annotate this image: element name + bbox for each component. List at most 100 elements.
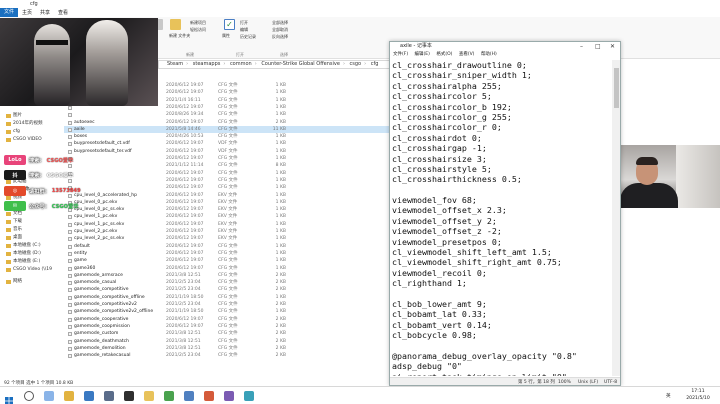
file-row[interactable]: gamemode_demolition 2021/3/8 12:51 CFG 文件 2… bbox=[64, 345, 390, 352]
nav-item[interactable]: 音乐 bbox=[6, 226, 22, 233]
app-icon-folder[interactable] bbox=[144, 391, 154, 401]
nav-item[interactable]: 本地磁盘 (C:) bbox=[6, 242, 41, 249]
file-row[interactable]: axile 2021/5/8 14:46 CFG 文件 11 KB bbox=[64, 125, 390, 134]
nav-item[interactable]: 2014年的视频 bbox=[6, 120, 42, 127]
ime-indicator[interactable]: 英 bbox=[666, 393, 671, 399]
menu-help[interactable]: 帮助(H) bbox=[481, 52, 497, 57]
file-row[interactable]: entity 2020/6/12 19:07 CFG 文件 1 KB bbox=[64, 250, 390, 257]
file-row[interactable]: cpu_level_2_pc.ekv 2020/6/12 19:07 EKV 文件 1… bbox=[64, 228, 390, 235]
file-row[interactable]: cpu_level_1_pc.ekv 2020/6/12 19:07 EKV 文件 1… bbox=[64, 213, 390, 220]
nav-item[interactable]: 图片 bbox=[6, 112, 22, 119]
file-row[interactable]: gamemode_deathmatch 2021/3/8 12:51 CFG 文件 2… bbox=[64, 338, 390, 345]
tab-share[interactable]: 共享 bbox=[36, 9, 54, 16]
file-row[interactable]: gamemode_competitive2v2 2021/2/5 23:04 CFG… bbox=[64, 301, 390, 308]
file-row[interactable]: gamemode_competitive2v2_offline 2021/1/19… bbox=[64, 308, 390, 315]
open-button[interactable]: 打开 bbox=[240, 20, 248, 26]
file-row[interactable]: 2020/6/12 19:07 CFG 文件 1 KB bbox=[64, 184, 390, 191]
edit-button[interactable]: 编辑 bbox=[240, 27, 248, 33]
explorer-titlebar[interactable]: cfg bbox=[0, 0, 720, 8]
edge-icon[interactable] bbox=[84, 391, 94, 401]
history-button[interactable]: 历史记录 bbox=[240, 34, 256, 40]
nav-item[interactable]: CSGO VIDEO bbox=[6, 136, 42, 143]
file-row[interactable]: gamemode_retakecasual 2021/2/5 23:04 CFG 文… bbox=[64, 352, 390, 359]
file-row[interactable]: buypresetsdefault_ct.vdf 2020/6/12 19:07 V… bbox=[64, 140, 390, 147]
file-row[interactable]: cpu_level_1_pc_ss.ekv 2020/6/12 19:07 EKV … bbox=[64, 221, 390, 228]
file-row[interactable]: gamemode_competitive_offline 2021/1/19 18… bbox=[64, 294, 390, 301]
easy-access-button[interactable]: 轻松访问 bbox=[190, 27, 206, 33]
steam-icon[interactable] bbox=[104, 391, 114, 401]
file-row[interactable]: gamemode_custom 2021/3/8 12:51 CFG 文件 2 KB bbox=[64, 330, 390, 337]
file-row[interactable]: game360 2020/6/12 19:07 CFG 文件 1 KB bbox=[64, 265, 390, 272]
scrollbar-thumb[interactable] bbox=[614, 68, 619, 108]
file-row[interactable]: gamemode_armsrace 2021/3/8 12:51 CFG 文件 2 K… bbox=[64, 272, 390, 279]
notepad-scrollbar[interactable] bbox=[612, 60, 620, 376]
properties-button[interactable]: 属性 bbox=[222, 33, 230, 39]
maximize-icon[interactable]: □ bbox=[595, 42, 601, 51]
file-row[interactable]: cpu_level_0_accelerated_hp 2020/6/12 19:0… bbox=[64, 192, 390, 199]
file-row[interactable]: boxes 2020/4/26 10:53 CFG 文件 1 KB bbox=[64, 133, 390, 140]
file-row[interactable]: cpu_level_0_pc.ekv 2020/6/12 19:07 EKV 文件 1… bbox=[64, 199, 390, 206]
file-date: 2021/2/5 23:04 bbox=[166, 287, 201, 293]
tab-view[interactable]: 查看 bbox=[54, 9, 72, 16]
app-icon-red[interactable] bbox=[204, 391, 214, 401]
file-row[interactable]: gamemode_casual 2021/2/5 23:04 CFG 文件 2 KB bbox=[64, 279, 390, 286]
app-icon-green[interactable] bbox=[164, 391, 174, 401]
breadcrumb-common[interactable]: common bbox=[230, 61, 252, 67]
invert-selection-button[interactable]: 反向选择 bbox=[272, 34, 288, 40]
new-folder-button[interactable]: 新建 文件夹 bbox=[169, 33, 190, 39]
nav-item[interactable]: 本地磁盘 (E:) bbox=[6, 258, 40, 265]
file-row[interactable]: 2020/6/12 19:07 CFG 文件 1 KB bbox=[64, 155, 390, 162]
new-item-button[interactable]: 新建项目 bbox=[190, 20, 206, 26]
minimize-icon[interactable]: – bbox=[580, 42, 583, 51]
nav-item[interactable]: 网络 bbox=[6, 278, 22, 285]
nav-item[interactable]: 桌面 bbox=[6, 234, 22, 241]
breadcrumb-cfg[interactable]: cfg bbox=[371, 61, 379, 67]
notepad-titlebar[interactable]: axile - 记事本 – □ ✕ bbox=[390, 42, 620, 51]
menu-file[interactable]: 文件(F) bbox=[393, 52, 408, 57]
file-row[interactable]: cpu_level_0_pc_ss.ekv 2020/6/12 19:07 EKV … bbox=[64, 206, 390, 213]
properties-icon[interactable]: ✓ bbox=[224, 19, 235, 30]
tab-home[interactable]: 主页 bbox=[18, 9, 36, 16]
notepad-text-area[interactable]: cl_crosshair_drawoutline 0; cl_crosshair_… bbox=[392, 60, 610, 376]
clock-time[interactable]: 17:11 bbox=[680, 389, 716, 394]
file-row[interactable]: 2020/6/12 19:07 CFG 文件 1 KB bbox=[64, 170, 390, 177]
breadcrumb-csgo-folder[interactable]: Counter-Strike Global Offensive bbox=[261, 61, 340, 67]
breadcrumb-steam[interactable]: Steam bbox=[167, 61, 183, 67]
start-icon[interactable] bbox=[4, 391, 14, 404]
breadcrumb-steamapps[interactable]: steamapps bbox=[193, 61, 221, 67]
nav-item[interactable]: CSGO Video (\\19 bbox=[6, 266, 52, 273]
file-row[interactable]: cpu_level_2_pc_ss.ekv 2020/6/12 19:07 EKV … bbox=[64, 235, 390, 242]
file-row[interactable]: gamemode_competitive 2021/2/5 23:04 CFG 文件… bbox=[64, 286, 390, 293]
tab-file[interactable]: 文件 bbox=[0, 8, 19, 17]
app-icon-purple[interactable] bbox=[224, 391, 234, 401]
menu-edit[interactable]: 编辑(E) bbox=[415, 52, 430, 57]
file-row[interactable]: gamemode_coopmission 2020/6/12 19:07 CFG 文… bbox=[64, 323, 390, 330]
close-icon[interactable]: ✕ bbox=[610, 42, 615, 51]
select-all-button[interactable]: 全部选择 bbox=[272, 20, 288, 26]
file-row[interactable]: gamemode_cooperative 2020/6/12 19:07 CFG 文… bbox=[64, 316, 390, 323]
file-row[interactable]: 2021/1/12 11:14 CFG 文件 8 KB bbox=[64, 162, 390, 169]
nav-item[interactable]: 文档 bbox=[6, 210, 22, 217]
new-folder-icon[interactable] bbox=[170, 19, 181, 30]
clock-date[interactable]: 2021/5/10 bbox=[680, 396, 716, 401]
file-row[interactable]: 2020/8/26 19:34 CFG 文件 1 KB bbox=[64, 111, 390, 118]
task-view-icon[interactable] bbox=[44, 391, 54, 401]
nav-item[interactable]: 本地磁盘 (D:) bbox=[6, 250, 41, 257]
file-row[interactable]: game 2020/6/12 19:07 CFG 文件 1 KB bbox=[64, 257, 390, 264]
app-icon-teal[interactable] bbox=[244, 391, 254, 401]
file-row[interactable]: default 2020/6/12 19:07 CFG 文件 1 KB bbox=[64, 243, 390, 250]
search-icon[interactable] bbox=[24, 391, 34, 401]
nav-item[interactable]: 下载 bbox=[6, 218, 22, 225]
nav-item[interactable]: cfg bbox=[6, 128, 20, 135]
address-bar[interactable]: Steam › steamapps › common › Counter-Strike… bbox=[158, 60, 390, 69]
select-none-button[interactable]: 全部取消 bbox=[272, 27, 288, 33]
file-row[interactable]: buypresetsdefault_ter.vdf 2020/6/12 19:07… bbox=[64, 148, 390, 155]
menu-view[interactable]: 查看(V) bbox=[459, 52, 475, 57]
menu-format[interactable]: 格式(O) bbox=[436, 52, 452, 57]
notepad-app-icon[interactable] bbox=[184, 391, 194, 401]
breadcrumb-csgo[interactable]: csgo bbox=[350, 61, 362, 67]
file-row[interactable]: autoexec 2020/6/12 19:07 CFG 文件 2 KB bbox=[64, 119, 390, 126]
file-explorer-icon[interactable] bbox=[64, 391, 74, 401]
obs-icon[interactable] bbox=[124, 391, 134, 401]
file-row[interactable]: 2020/6/12 19:07 CFG 文件 1 KB bbox=[64, 177, 390, 184]
